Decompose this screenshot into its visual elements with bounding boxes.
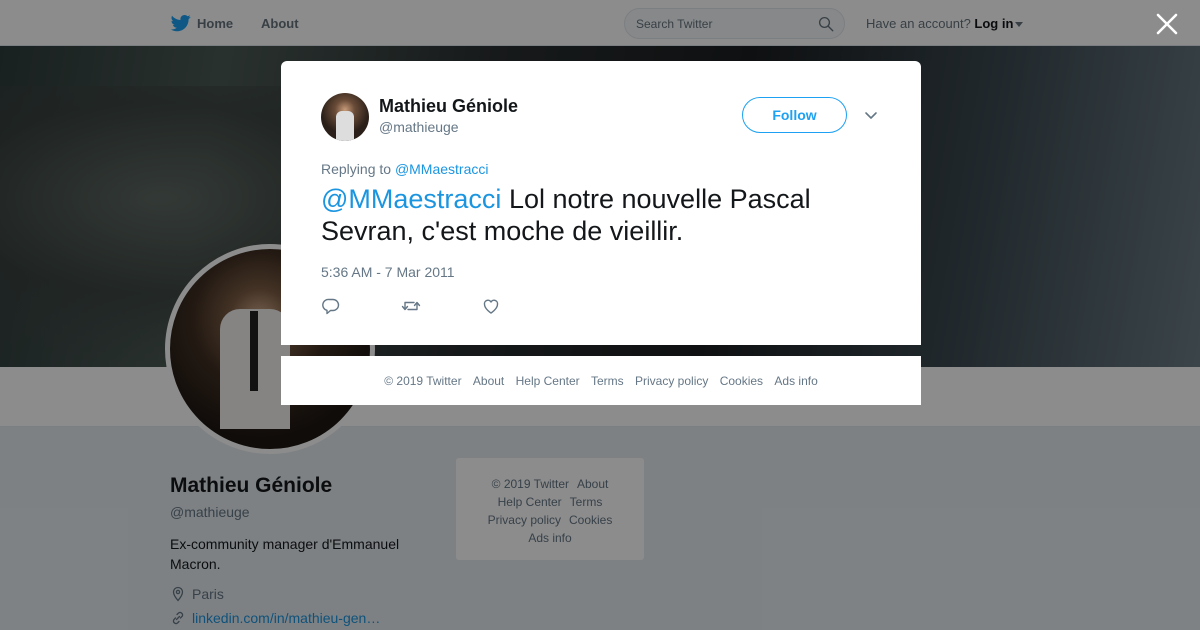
footer-about[interactable]: About [473,374,504,388]
retweet-icon[interactable] [401,296,421,316]
tweet-author-name[interactable]: Mathieu Géniole [379,96,518,117]
tweet-avatar-shirt [336,111,354,141]
follow-button[interactable]: Follow [742,97,847,133]
tweet-modal: Mathieu Géniole @mathieuge Follow Replyi… [281,61,921,345]
close-icon[interactable] [1154,11,1180,37]
like-icon[interactable] [481,296,501,316]
replying-to-link[interactable]: @MMaestracci [395,161,489,177]
modal-footer: © 2019 Twitter About Help Center Terms P… [281,356,921,405]
tweet-text: @MMaestracci Lol notre nouvelle Pascal S… [321,183,881,247]
chevron-down-icon[interactable] [864,108,878,122]
replying-prefix: Replying to [321,161,392,177]
footer-ads[interactable]: Ads info [774,374,817,388]
tweet-timestamp[interactable]: 5:36 AM - 7 Mar 2011 [321,264,455,280]
tweet-author-avatar[interactable] [321,93,369,141]
tweet-author-handle[interactable]: @mathieuge [379,119,459,135]
footer-privacy[interactable]: Privacy policy [635,374,708,388]
footer-terms[interactable]: Terms [591,374,624,388]
footer-copyright: © 2019 Twitter [384,374,462,388]
reply-icon[interactable] [321,296,341,316]
replying-to: Replying to @MMaestracci [321,161,489,177]
footer-cookies[interactable]: Cookies [720,374,763,388]
footer-help[interactable]: Help Center [516,374,580,388]
tweet-mention-link[interactable]: @MMaestracci [321,184,501,214]
